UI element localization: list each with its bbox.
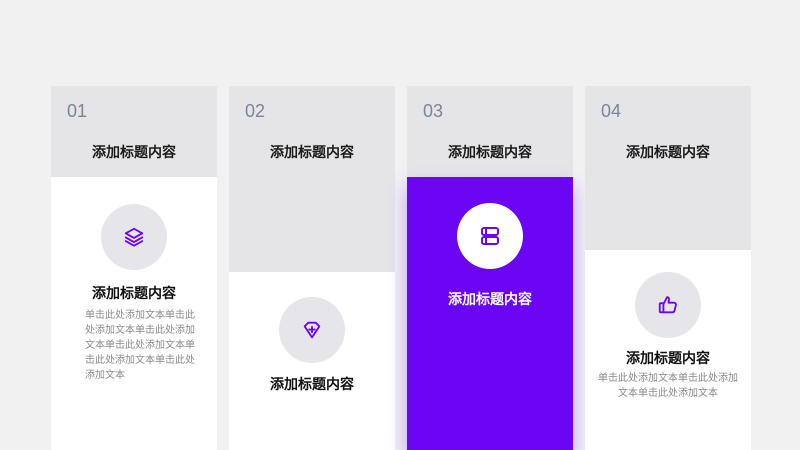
card-text: 单击此处添加文本单击此处添加文本单击此处添加文本 bbox=[598, 373, 738, 399]
card-number: 04 bbox=[601, 101, 622, 121]
card-3: 03 添加标题内容 添加标题内容 bbox=[407, 86, 573, 450]
card-title: 添加标题内容 bbox=[270, 377, 354, 393]
card-number: 02 bbox=[245, 101, 266, 121]
icon-circle bbox=[279, 297, 345, 363]
card-header-title: 添加标题内容 bbox=[92, 145, 176, 161]
icon-circle bbox=[457, 203, 523, 269]
books-icon bbox=[478, 224, 502, 248]
card-body: 添加标题内容 单击此处添加文本单击此处添加文本单击此处添加文本 bbox=[585, 250, 751, 450]
card-number: 03 bbox=[423, 101, 444, 121]
card-title: 添加标题内容 bbox=[448, 292, 532, 308]
card-title: 添加标题内容 bbox=[626, 351, 710, 367]
card-body: 添加标题内容 bbox=[229, 272, 395, 450]
card-number: 01 bbox=[67, 101, 88, 121]
card-1: 01 添加标题内容 添加标题内容 单击此处添加文本单击此处添加文本单击此处添加文… bbox=[51, 86, 217, 450]
card-text: 单击此处添加文本单击此处添加文本单击此处添加文本单击此处添加文本单击此处添加文本… bbox=[85, 310, 195, 381]
icon-circle bbox=[101, 204, 167, 270]
card-4: 04 添加标题内容 添加标题内容 单击此处添加文本单击此处添加文本单击此处添加文… bbox=[585, 86, 751, 450]
icon-circle bbox=[635, 272, 701, 338]
card-header-title: 添加标题内容 bbox=[448, 145, 532, 161]
card-header-title: 添加标题内容 bbox=[626, 145, 710, 161]
card-title: 添加标题内容 bbox=[92, 286, 176, 302]
card-header-title: 添加标题内容 bbox=[270, 145, 354, 161]
diamond-plus-icon bbox=[301, 319, 323, 341]
thumbs-up-icon bbox=[657, 294, 679, 316]
layers-icon bbox=[123, 226, 145, 248]
card-2: 02 添加标题内容 添加标题内容 bbox=[229, 86, 395, 450]
card-body: 添加标题内容 单击此处添加文本单击此处添加文本单击此处添加文本单击此处添加文本单… bbox=[51, 177, 217, 450]
card-body-highlighted: 添加标题内容 bbox=[407, 177, 573, 450]
